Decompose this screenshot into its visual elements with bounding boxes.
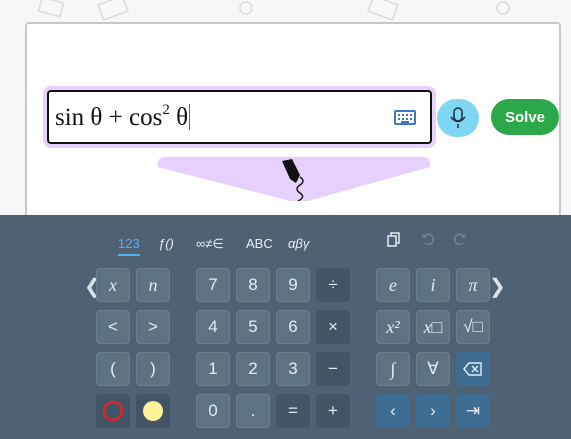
key-equals[interactable]: = — [276, 394, 310, 428]
key-pi[interactable]: π — [456, 268, 490, 302]
key-plus[interactable]: + — [316, 394, 350, 428]
key-less-than[interactable]: < — [96, 310, 130, 344]
key-5[interactable]: 5 — [236, 310, 270, 344]
tab-greek[interactable]: αβγ — [288, 236, 309, 251]
copy-icon[interactable] — [386, 231, 402, 247]
key-9[interactable]: 9 — [276, 268, 310, 302]
backspace-icon — [463, 362, 482, 376]
math-expression: sin θ + cos2 θ — [55, 102, 191, 131]
key-e[interactable]: e — [376, 268, 410, 302]
key-sqrt[interactable]: √□ — [456, 310, 490, 344]
math-input-field[interactable]: sin θ + cos2 θ — [47, 90, 432, 144]
keyboard-icon[interactable] — [394, 110, 416, 125]
key-greater-than[interactable]: > — [136, 310, 170, 344]
key-n[interactable]: n — [136, 268, 170, 302]
key-integral[interactable]: ∫ — [376, 352, 410, 386]
tab-numbers[interactable]: 123 — [118, 236, 140, 256]
tab-functions[interactable]: ƒ() — [158, 236, 174, 251]
key-x-power[interactable]: x□ — [416, 310, 450, 344]
tab-symbols[interactable]: ∞≠∈ — [196, 236, 224, 252]
solve-button[interactable]: Solve — [491, 99, 559, 135]
key-divide[interactable]: ÷ — [316, 268, 350, 302]
cursor-right-key[interactable]: › — [416, 394, 450, 428]
key-x-squared[interactable]: x² — [376, 310, 410, 344]
key-8[interactable]: 8 — [236, 268, 270, 302]
key-4[interactable]: 4 — [196, 310, 230, 344]
microphone-button[interactable] — [437, 99, 479, 137]
text-caret — [189, 104, 191, 130]
key-1[interactable]: 1 — [196, 352, 230, 386]
key-2[interactable]: 2 — [236, 352, 270, 386]
key-open-paren[interactable]: ( — [96, 352, 130, 386]
key-6[interactable]: 6 — [276, 310, 310, 344]
key-3[interactable]: 3 — [276, 352, 310, 386]
handwriting-toggle[interactable] — [158, 157, 430, 201]
redo-icon[interactable] — [452, 231, 468, 247]
backspace-button[interactable] — [456, 352, 490, 386]
key-multiply[interactable]: × — [316, 310, 350, 344]
microphone-icon — [450, 107, 466, 128]
chevron-right-icon[interactable]: ❯ — [489, 274, 506, 299]
key-7[interactable]: 7 — [196, 268, 230, 302]
key-x[interactable]: x — [96, 268, 130, 302]
tab-next-key[interactable]: ⇥ — [456, 394, 490, 428]
red-circle-icon — [102, 400, 124, 422]
key-close-paren[interactable]: ) — [136, 352, 170, 386]
keyboard-tabs: 123 ƒ() ∞≠∈ ABC αβγ — [0, 233, 571, 257]
key-0[interactable]: 0 — [196, 394, 230, 428]
yellow-dot-icon — [143, 401, 163, 421]
yellow-dot-button[interactable] — [136, 394, 170, 428]
undo-icon[interactable] — [420, 231, 436, 247]
tab-letters[interactable]: ABC — [246, 236, 273, 251]
key-i[interactable]: i — [416, 268, 450, 302]
red-circle-button[interactable] — [96, 394, 130, 428]
key-for-all[interactable]: ∀ — [416, 352, 450, 386]
key-minus[interactable]: − — [316, 352, 350, 386]
cursor-left-key[interactable]: ‹ — [376, 394, 410, 428]
key-decimal[interactable]: . — [236, 394, 270, 428]
